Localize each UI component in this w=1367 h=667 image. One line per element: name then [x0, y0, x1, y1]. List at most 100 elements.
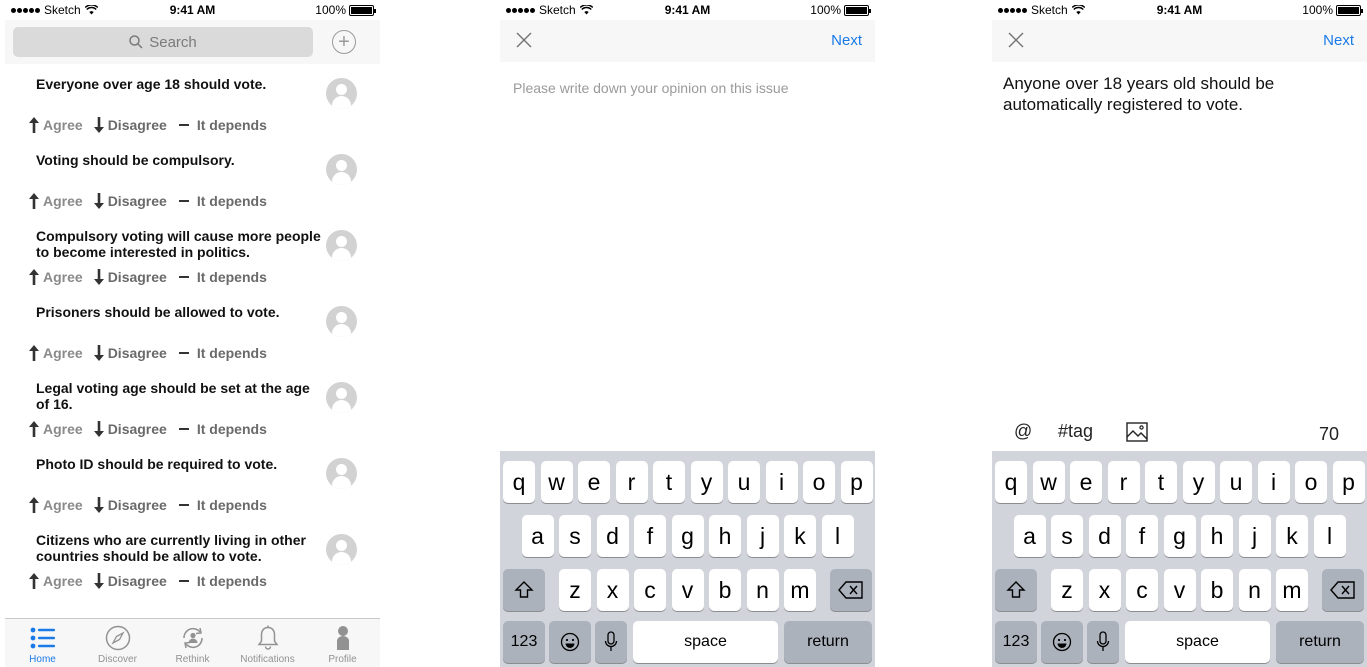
key[interactable]: e: [1070, 461, 1102, 503]
avatar[interactable]: [326, 458, 357, 489]
key[interactable]: t: [653, 461, 685, 503]
key[interactable]: c: [1126, 569, 1158, 611]
key[interactable]: k: [1276, 515, 1308, 557]
key[interactable]: q: [995, 461, 1027, 503]
key[interactable]: z: [559, 569, 591, 611]
avatar[interactable]: [326, 306, 357, 337]
depends-button[interactable]: It depends: [178, 345, 267, 361]
key[interactable]: w: [1032, 461, 1065, 503]
next-button[interactable]: Next: [1323, 32, 1354, 49]
disagree-button[interactable]: Disagree: [93, 496, 167, 514]
tab-home[interactable]: Home: [5, 619, 80, 667]
key[interactable]: u: [728, 461, 760, 503]
add-issue-button[interactable]: +: [332, 30, 356, 54]
return-key[interactable]: return: [1276, 621, 1364, 663]
key[interactable]: x: [596, 569, 629, 611]
disagree-button[interactable]: Disagree: [93, 572, 167, 590]
tag-button[interactable]: #tag: [1058, 421, 1093, 442]
depends-button[interactable]: It depends: [178, 421, 267, 437]
mic-key[interactable]: [1087, 621, 1119, 663]
avatar[interactable]: [326, 382, 357, 413]
close-icon[interactable]: [515, 31, 533, 49]
key[interactable]: r: [1107, 461, 1140, 503]
issue-item[interactable]: Compulsory voting will cause more people…: [5, 216, 380, 292]
issue-item[interactable]: Everyone over age 18 should vote. Agree …: [5, 64, 380, 140]
agree-button[interactable]: Agree: [28, 268, 83, 286]
tab-profile[interactable]: Profile: [305, 619, 380, 667]
return-key[interactable]: return: [784, 621, 872, 663]
depends-button[interactable]: It depends: [178, 573, 267, 589]
key[interactable]: a: [1013, 515, 1046, 557]
key[interactable]: b: [1201, 569, 1233, 611]
key[interactable]: g: [671, 515, 704, 557]
numbers-key[interactable]: 123: [995, 621, 1037, 663]
tab-notifications[interactable]: Notifications: [230, 619, 305, 667]
space-key[interactable]: space: [1125, 621, 1270, 663]
depends-button[interactable]: It depends: [178, 497, 267, 513]
agree-button[interactable]: Agree: [28, 192, 83, 210]
avatar[interactable]: [326, 154, 357, 185]
key[interactable]: g: [1163, 515, 1196, 557]
key[interactable]: n: [1238, 569, 1271, 611]
agree-button[interactable]: Agree: [28, 572, 83, 590]
key[interactable]: v: [1163, 569, 1196, 611]
key[interactable]: j: [1238, 515, 1271, 557]
key[interactable]: x: [1088, 569, 1121, 611]
disagree-button[interactable]: Disagree: [93, 268, 167, 286]
avatar[interactable]: [326, 534, 357, 565]
agree-button[interactable]: Agree: [28, 116, 83, 134]
key[interactable]: u: [1220, 461, 1252, 503]
shift-key[interactable]: [503, 569, 545, 611]
next-button[interactable]: Next: [831, 32, 862, 49]
depends-button[interactable]: It depends: [178, 269, 267, 285]
key[interactable]: y: [1182, 461, 1215, 503]
emoji-key[interactable]: [1041, 621, 1083, 663]
agree-button[interactable]: Agree: [28, 496, 83, 514]
backspace-key[interactable]: [830, 569, 872, 611]
key[interactable]: l: [821, 515, 854, 557]
key[interactable]: k: [784, 515, 816, 557]
avatar[interactable]: [326, 230, 357, 261]
space-key[interactable]: space: [633, 621, 778, 663]
key[interactable]: q: [503, 461, 535, 503]
key[interactable]: o: [803, 461, 835, 503]
key[interactable]: i: [1257, 461, 1290, 503]
key[interactable]: f: [1126, 515, 1158, 557]
opinion-input[interactable]: Anyone over 18 years old should be autom…: [1003, 73, 1303, 115]
backspace-key[interactable]: [1322, 569, 1364, 611]
key[interactable]: l: [1313, 515, 1346, 557]
key[interactable]: p: [1332, 461, 1365, 503]
image-icon[interactable]: [1126, 422, 1148, 442]
depends-button[interactable]: It depends: [178, 117, 267, 133]
issue-item[interactable]: Prisoners should be allowed to vote. Agr…: [5, 292, 380, 368]
key[interactable]: f: [634, 515, 666, 557]
emoji-key[interactable]: [549, 621, 591, 663]
numbers-key[interactable]: 123: [503, 621, 545, 663]
key[interactable]: b: [709, 569, 741, 611]
search-input[interactable]: Search: [13, 27, 313, 57]
key[interactable]: a: [521, 515, 554, 557]
issue-item[interactable]: Photo ID should be required to vote. Agr…: [5, 444, 380, 520]
depends-button[interactable]: It depends: [178, 193, 267, 209]
key[interactable]: d: [596, 515, 629, 557]
agree-button[interactable]: Agree: [28, 420, 83, 438]
shift-key[interactable]: [995, 569, 1037, 611]
issue-item[interactable]: Legal voting age should be set at the ag…: [5, 368, 380, 444]
tab-rethink[interactable]: Rethink: [155, 619, 230, 667]
issue-item[interactable]: Voting should be compulsory. Agree Disag…: [5, 140, 380, 216]
agree-button[interactable]: Agree: [28, 344, 83, 362]
key[interactable]: v: [671, 569, 704, 611]
mic-key[interactable]: [595, 621, 627, 663]
key[interactable]: d: [1088, 515, 1121, 557]
close-icon[interactable]: [1007, 31, 1025, 49]
disagree-button[interactable]: Disagree: [93, 344, 167, 362]
key[interactable]: h: [709, 515, 741, 557]
key[interactable]: o: [1295, 461, 1327, 503]
key[interactable]: m: [1276, 569, 1308, 611]
key[interactable]: j: [746, 515, 779, 557]
key[interactable]: h: [1201, 515, 1233, 557]
key[interactable]: p: [840, 461, 873, 503]
key[interactable]: s: [1051, 515, 1083, 557]
key[interactable]: z: [1051, 569, 1083, 611]
disagree-button[interactable]: Disagree: [93, 116, 167, 134]
